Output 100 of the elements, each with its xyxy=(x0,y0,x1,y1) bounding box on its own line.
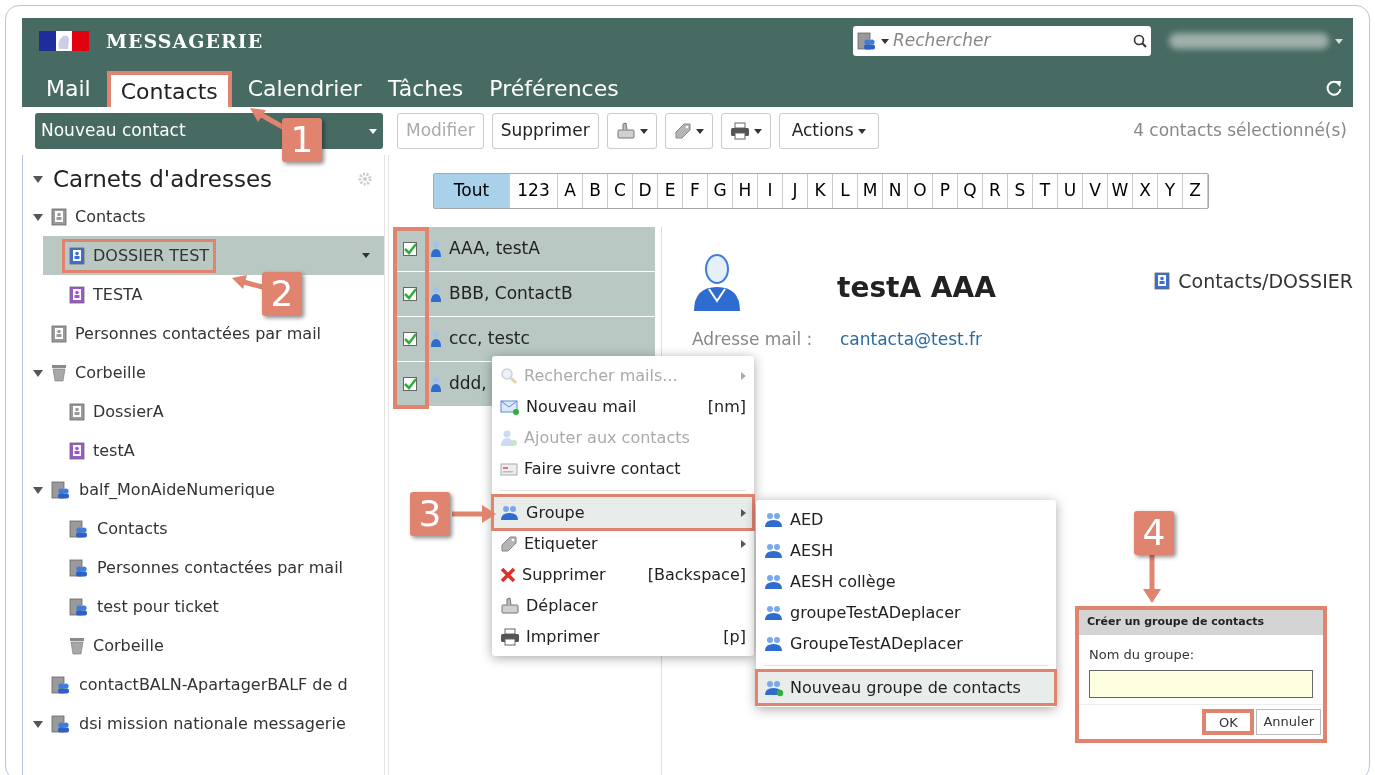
app-title: MESSAGERIE xyxy=(106,28,264,54)
actions-menu-button[interactable]: Actions xyxy=(778,113,879,149)
address-book-icon xyxy=(69,402,85,421)
caret-icon xyxy=(1335,38,1343,44)
icon-dropdown-button[interactable] xyxy=(720,113,771,149)
step-number-callout: 2 xyxy=(262,272,302,316)
address-book-icon xyxy=(51,207,67,226)
step-number-callout: 1 xyxy=(282,118,322,162)
shared-book-icon xyxy=(51,714,71,733)
add-group-icon xyxy=(764,678,784,697)
contact-name: ddd, xyxy=(449,372,487,396)
refresh-icon[interactable] xyxy=(1325,79,1343,97)
sidebar-title: Carnets d'adresses xyxy=(53,164,273,194)
tree-item[interactable]: Corbeille xyxy=(65,631,168,660)
group-name-field[interactable] xyxy=(1089,670,1313,698)
tree-item[interactable]: testA xyxy=(65,436,139,465)
caret-icon xyxy=(362,253,370,258)
shared-book-icon xyxy=(69,519,89,538)
menu-item[interactable]: groupeTestADeplacer xyxy=(758,597,1054,628)
tag-icon xyxy=(500,534,518,553)
menu-item[interactable]: Faire suivre contact xyxy=(494,453,752,484)
nav-tab[interactable]: Tâches xyxy=(377,71,474,107)
nav-tab[interactable]: Préférences xyxy=(479,71,629,107)
search-field[interactable]: Rechercher xyxy=(853,26,1151,56)
group-icon xyxy=(764,510,784,529)
dialog-button[interactable]: OK xyxy=(1202,709,1255,735)
icon-dropdown-button[interactable] xyxy=(664,113,713,149)
tree-item[interactable]: Personnes contactées par mail xyxy=(47,319,326,348)
person-icon xyxy=(431,241,441,257)
expand-arrow-icon[interactable] xyxy=(33,367,43,378)
tree-item[interactable]: dsi mission nationale messagerie xyxy=(47,709,350,738)
checkbox[interactable] xyxy=(403,242,417,256)
tree-item[interactable]: Corbeille xyxy=(47,358,150,387)
selection-status: 4 contacts sélectionné(s) xyxy=(1133,119,1347,143)
tray-icon xyxy=(615,122,636,140)
tree-item[interactable]: balf_MonAideNumerique xyxy=(47,475,279,504)
checkbox[interactable] xyxy=(403,377,417,391)
nav-tab[interactable]: Calendrier xyxy=(237,71,372,107)
checkbox[interactable] xyxy=(403,332,417,346)
add-person-icon xyxy=(500,428,518,447)
search-icon[interactable] xyxy=(1133,34,1147,48)
toolbar-button[interactable]: Supprimer xyxy=(491,113,599,149)
group-icon xyxy=(764,572,784,591)
shared-book-icon xyxy=(51,675,71,694)
person-icon xyxy=(431,286,441,302)
menu-item[interactable]: Etiqueter xyxy=(494,528,752,559)
tree-item[interactable]: Personnes contactées par mail xyxy=(65,553,348,582)
expand-arrow-icon[interactable] xyxy=(33,211,43,222)
menu-item[interactable]: Déplacer xyxy=(494,590,752,621)
email-link[interactable]: cantacta@test.fr xyxy=(840,327,983,353)
menu-item[interactable]: GroupeTestADeplacer xyxy=(758,628,1054,659)
menu-item[interactable]: Imprimer [p] xyxy=(494,621,752,652)
tree-item[interactable]: DossierA xyxy=(65,397,168,426)
expand-arrow-icon[interactable] xyxy=(33,718,43,729)
menu-item[interactable]: Supprimer [Backspace] xyxy=(494,559,752,590)
caret-icon xyxy=(369,128,377,134)
menu-item[interactable]: AED xyxy=(758,504,1054,535)
tree-item[interactable]: contactBALN-ApartagerBALF de d xyxy=(47,670,352,699)
callout-arrow xyxy=(452,505,496,523)
shared-book-icon xyxy=(51,480,71,499)
caret-icon xyxy=(639,128,648,134)
menu-item[interactable]: AESH collège xyxy=(758,566,1054,597)
dialog-button[interactable]: Annuler xyxy=(1256,709,1321,735)
address-book-icon xyxy=(1154,272,1171,291)
trash-icon xyxy=(51,363,67,382)
address-book-icon xyxy=(69,285,85,304)
contact-name: ccc, testc xyxy=(449,327,530,351)
group-icon xyxy=(764,634,784,653)
close-icon xyxy=(500,566,516,583)
field-label: Nom du groupe: xyxy=(1089,645,1196,664)
shared-book-icon xyxy=(857,32,877,50)
tree-item[interactable]: test pour ticket xyxy=(65,592,223,621)
caret-icon xyxy=(857,128,866,134)
tag-icon xyxy=(673,122,692,140)
step-number-callout: 4 xyxy=(1134,511,1174,555)
field-label: Adresse mail : xyxy=(692,328,814,351)
tree-item[interactable]: TESTA xyxy=(65,280,147,309)
expand-arrow-icon[interactable] xyxy=(33,484,43,495)
menu-item[interactable]: Nouveau groupe de contacts xyxy=(758,672,1054,703)
group-icon xyxy=(764,603,784,622)
address-book-icon xyxy=(51,324,67,343)
nav-tab[interactable]: Mail xyxy=(36,71,101,107)
shared-book-icon xyxy=(69,558,89,577)
menu-item[interactable]: Nouveau mail [nm] xyxy=(494,391,752,422)
trash-icon xyxy=(69,636,85,655)
menu-item[interactable]: Groupe xyxy=(494,497,752,528)
collapse-arrow-icon[interactable] xyxy=(33,174,43,184)
search-input[interactable]: Rechercher xyxy=(893,28,1129,54)
shared-book-icon xyxy=(69,597,89,616)
caret-icon xyxy=(881,38,889,44)
tree-item[interactable]: DOSSIER TEST xyxy=(65,241,214,270)
tray-icon xyxy=(500,596,520,615)
checkbox[interactable] xyxy=(403,287,417,301)
tree-item[interactable]: Contacts xyxy=(65,514,172,543)
nav-tab[interactable]: Contacts xyxy=(106,71,232,107)
person-icon xyxy=(431,376,441,392)
tree-item[interactable]: Contacts xyxy=(47,202,150,231)
person-icon xyxy=(431,331,441,347)
letter-filter-tab[interactable]: Tout xyxy=(434,174,510,208)
menu-item[interactable]: AESH xyxy=(758,535,1054,566)
